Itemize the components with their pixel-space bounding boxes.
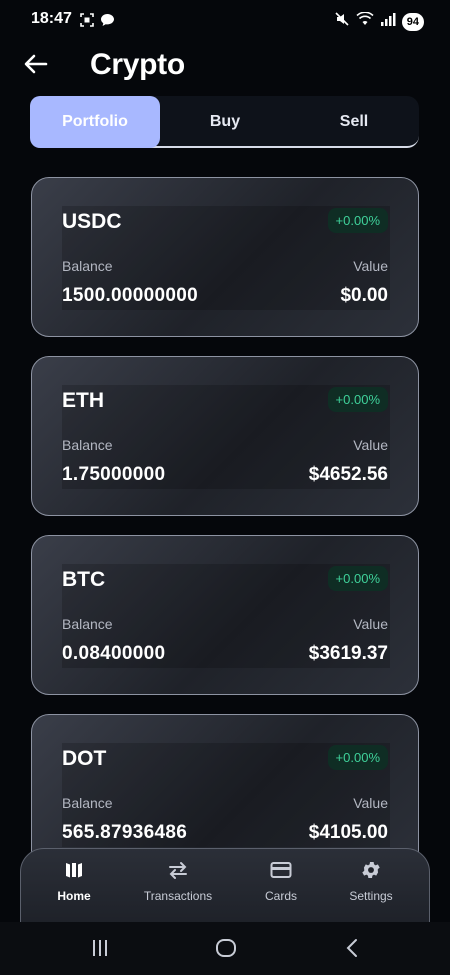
wifi-icon [356,11,374,31]
balance-amount: 0.08400000 [62,643,166,664]
value-amount: $4652.56 [308,464,388,485]
balance-label: Balance [62,795,113,811]
balance-label: Balance [62,258,113,274]
asset-symbol: DOT [62,747,107,770]
asset-card-usdc[interactable]: USDC +0.00% Balance Value 1500.00000000 … [31,177,419,337]
value-amount: $0.00 [340,285,388,306]
system-nav-bar [0,922,450,975]
status-left-icons [80,13,115,32]
value-amount: $4105.00 [308,822,388,843]
asset-symbol: BTC [62,568,106,591]
balance-label: Balance [62,616,113,632]
credit-card-icon [270,859,292,881]
nav-transactions[interactable]: Transactions [133,859,223,903]
tab-buy[interactable]: Buy [161,96,289,148]
battery-badge: 94 [401,12,424,31]
nav-cards[interactable]: Cards [236,859,326,903]
change-badge: +0.00% [327,566,388,591]
swap-arrows-icon [167,859,189,881]
status-time: 18:47 [31,10,72,27]
balance-amount: 565.87936486 [62,822,188,843]
chat-bubble-icon [100,13,115,32]
nav-label: Settings [349,889,393,903]
page-title: Crypto [90,48,185,81]
value-label: Value [353,795,388,811]
screenshot-icon [80,13,94,32]
asset-card-btc[interactable]: BTC +0.00% Balance Value 0.08400000 $361… [31,535,419,695]
recent-apps-icon[interactable] [90,938,110,963]
mute-icon [334,11,350,32]
nav-settings[interactable]: Settings [326,859,416,903]
nav-label: Cards [264,889,297,903]
nav-home[interactable]: Home [29,859,119,903]
back-chevron-icon[interactable] [344,938,360,963]
status-right-icons: 94 [334,11,424,32]
value-label: Value [353,616,388,632]
balance-label: Balance [62,437,113,453]
value-label: Value [353,258,388,274]
asset-symbol: USDC [62,210,122,233]
balance-amount: 1.75000000 [62,464,166,485]
value-label: Value [353,437,388,453]
signal-icon [380,12,396,31]
value-amount: $3619.37 [308,643,388,664]
tab-bar: Portfolio Buy Sell [30,96,419,148]
home-circle-icon[interactable] [215,938,237,963]
balance-amount: 1500.00000000 [62,285,198,306]
change-badge: +0.00% [327,745,388,770]
asset-card-eth[interactable]: ETH +0.00% Balance Value 1.75000000 $465… [31,356,419,516]
asset-symbol: ETH [62,389,104,412]
change-badge: +0.00% [327,387,388,412]
nav-label: Home [57,889,91,903]
columns-icon [64,859,84,881]
change-badge: +0.00% [327,208,388,233]
nav-label: Transactions [143,889,213,903]
status-bar: 18:47 94 [0,0,450,42]
tab-sell[interactable]: Sell [289,96,419,148]
arrow-left-icon [24,54,48,79]
header: Crypto [0,42,450,92]
gear-icon [360,859,382,881]
tab-portfolio[interactable]: Portfolio [30,96,160,148]
back-button[interactable] [22,52,50,80]
